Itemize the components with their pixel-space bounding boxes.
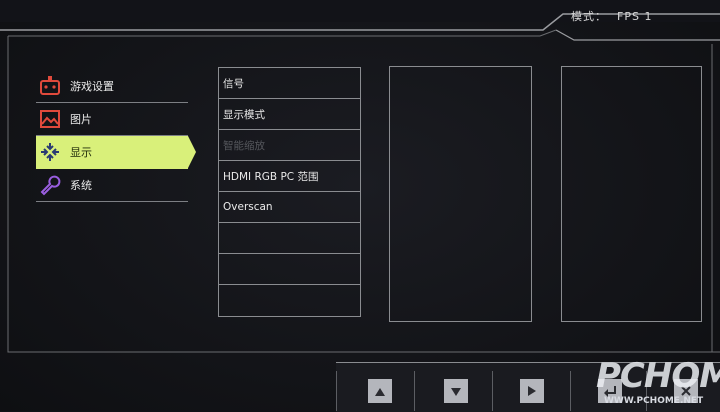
- menu-item-picture[interactable]: 图片: [36, 103, 188, 136]
- wrench-icon: [38, 173, 62, 197]
- menu-item-game-settings[interactable]: 游戏设置: [36, 70, 188, 103]
- watermark-brand: PCHOME: [596, 356, 720, 396]
- option-panel-1: [389, 66, 532, 322]
- display-arrows-icon: [38, 140, 62, 164]
- menu-item-label: 系统: [70, 179, 92, 192]
- menu-item-label: 图片: [70, 113, 92, 126]
- up-button[interactable]: [368, 379, 392, 403]
- mode-indicator: 模式： FPS 1: [571, 8, 652, 24]
- submenu-item-signal[interactable]: 信号: [219, 68, 360, 99]
- up-arrow-icon: [374, 382, 386, 401]
- mode-label: 模式：: [571, 10, 607, 23]
- right-arrow-icon: [527, 382, 537, 401]
- separator: [570, 371, 571, 411]
- submenu: 信号 显示模式 智能缩放 HDMI RGB PC 范围 Overscan: [218, 67, 361, 317]
- submenu-item-display-mode[interactable]: 显示模式: [219, 99, 360, 130]
- submenu-item-hdmi-rgb-range[interactable]: HDMI RGB PC 范围: [219, 161, 360, 192]
- main-menu: 游戏设置 图片 显示 系统: [36, 70, 196, 202]
- down-arrow-icon: [450, 382, 462, 401]
- menu-item-display[interactable]: 显示: [36, 136, 196, 169]
- mode-value: FPS 1: [617, 10, 653, 23]
- separator: [414, 371, 415, 411]
- gamepad-icon: [38, 74, 62, 98]
- submenu-item-overscan[interactable]: Overscan: [219, 192, 360, 223]
- separator: [492, 371, 493, 411]
- watermark-url: WWW.PCHOME.NET: [604, 396, 704, 406]
- picture-icon: [38, 107, 62, 131]
- option-panel-2: [561, 66, 702, 322]
- down-button[interactable]: [444, 379, 468, 403]
- submenu-item-empty: [219, 254, 360, 285]
- submenu-item-empty: [219, 223, 360, 254]
- separator: [336, 371, 337, 411]
- menu-item-label: 显示: [70, 146, 92, 159]
- menu-item-system[interactable]: 系统: [36, 169, 188, 202]
- submenu-item-empty: [219, 285, 360, 316]
- menu-item-label: 游戏设置: [70, 80, 114, 93]
- right-button[interactable]: [520, 379, 544, 403]
- submenu-item-smart-scaling: 智能缩放: [219, 130, 360, 161]
